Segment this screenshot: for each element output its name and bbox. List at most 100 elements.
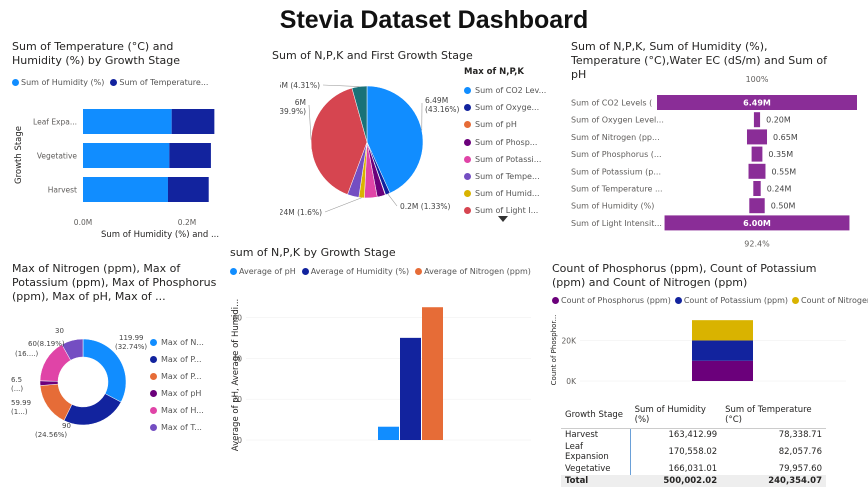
legend-scroll-down-icon[interactable]	[498, 216, 508, 222]
donut-legend: Max of N...Max of P...Max of P...Max of …	[150, 334, 204, 436]
legend-item[interactable]: Max of N...	[150, 334, 204, 351]
category-label: Harvest	[48, 186, 77, 195]
legend-label-ph: Average of pH	[239, 267, 296, 276]
legend-item[interactable]: Sum of Potassi...	[464, 151, 546, 168]
legend-item[interactable]: Max of H...	[150, 402, 204, 419]
legend-dot	[464, 156, 471, 163]
stacked-segment	[692, 340, 753, 360]
data-label: 0.2M (1.33%)	[400, 202, 451, 211]
legend-label: Max of P...	[161, 372, 202, 381]
horizontal-bar-chart[interactable]: Leaf Expa...VegetativeHarvest0.0M0.2MSum…	[5, 95, 220, 245]
legend-label-avg-humidity: Average of Humidity (%)	[311, 267, 409, 276]
growth-stage-table[interactable]: Growth Stage Sum of Humidity (%) Sum of …	[561, 402, 826, 487]
category-label: Vegetative	[37, 152, 78, 161]
funnel-value-label: 0.50M	[771, 202, 796, 211]
bar-segment	[83, 143, 169, 168]
pie-chart-title: Sum of N,P,K and First Growth Stage	[272, 49, 473, 63]
stacked-column-chart[interactable]: 0K20KCount of Phosphor...	[548, 308, 848, 396]
data-label: (32.74%)	[115, 343, 147, 351]
legend-item[interactable]: Sum of Humid...	[464, 185, 546, 202]
legend-dot-humidity	[12, 79, 19, 86]
legend-item[interactable]: Sum of CO2 Lev...	[464, 82, 546, 99]
table-header-row: Growth Stage Sum of Humidity (%) Sum of …	[561, 402, 826, 429]
bar-segment	[83, 177, 168, 202]
data-label: 30	[55, 327, 64, 335]
table-cell: 163,412.99	[631, 429, 721, 442]
data-label: (24.56%)	[35, 431, 67, 439]
donut-chart[interactable]: 119.99(32.74%)90(24.56%)59.99(1...)6.5(.…	[5, 320, 153, 445]
funnel-bottom-label: 92.4%	[744, 240, 770, 249]
legend-label: Max of pH	[161, 389, 201, 398]
funnel-chart[interactable]: 100%Sum of CO2 Levels (6.49MSum of Oxyge…	[565, 70, 865, 255]
funnel-category-label: Sum of Phosphorus (...	[571, 150, 662, 159]
legend-dot	[464, 173, 471, 180]
legend-label: Sum of Tempe...	[475, 172, 540, 181]
table-cell: 170,558.02	[631, 441, 721, 463]
legend-item[interactable]: Max of T...	[150, 419, 204, 436]
leader-line	[323, 85, 359, 87]
data-label: (43.16%)	[425, 105, 460, 114]
y-tick-label: 0K	[566, 377, 577, 386]
funnel-value-label: 6.00M	[743, 219, 771, 228]
data-label: (1...)	[11, 408, 28, 416]
funnel-category-label: Sum of Light Intensit...	[571, 219, 662, 228]
legend-item[interactable]: Max of P...	[150, 351, 204, 368]
legend-dot	[150, 407, 157, 414]
legend-dot-temperature	[110, 79, 117, 86]
table-cell: 240,354.07	[721, 475, 826, 487]
x-tick-label: 0.0M	[74, 218, 92, 227]
legend-item[interactable]: Sum of Oxyge...	[464, 99, 546, 116]
pie-chart[interactable]: 6.49M(43.16%)0.2M (1.33%)0.24M (1.6%)6M(…	[280, 65, 460, 225]
legend-label-count-nitrogen: Count of Nitrogen (pp...	[801, 296, 868, 305]
legend-label-nitrogen: Average of Nitrogen (ppm)	[424, 267, 531, 276]
legend-label: Max of H...	[161, 406, 204, 415]
table-row[interactable]: Harvest 163,412.99 78,338.71	[561, 429, 826, 442]
funnel-category-label: Sum of Oxygen Level...	[571, 116, 664, 125]
legend-dot	[150, 339, 157, 346]
funnel-value-label: 0.55M	[771, 167, 796, 176]
y-axis-title: Count of Phosphor...	[550, 315, 558, 386]
legend-dot	[150, 373, 157, 380]
data-label: 0.24M (1.6%)	[280, 208, 322, 217]
table-row[interactable]: Leaf Expansion 170,558.02 82,057.76	[561, 441, 826, 463]
funnel-category-label: Sum of Temperature ...	[571, 185, 663, 194]
legend-label: Sum of Light I...	[475, 206, 538, 215]
bar-chart-legend: Sum of Humidity (%) Sum of Temperature..…	[12, 78, 208, 87]
table-header[interactable]: Sum of Humidity (%)	[631, 402, 721, 429]
leader-line	[309, 105, 311, 140]
legend-item[interactable]: Sum of pH	[464, 116, 546, 133]
funnel-value-label: 0.65M	[773, 133, 798, 142]
funnel-value-label: 0.20M	[766, 116, 791, 125]
stacked-segment	[692, 320, 753, 340]
data-label: 60(8.19%)	[28, 340, 65, 348]
legend-item[interactable]: Max of P...	[150, 368, 204, 385]
bar-chart-title: Sum of Temperature (°C) and Humidity (%)…	[12, 40, 212, 68]
funnel-bar	[749, 164, 766, 179]
column-chart[interactable]: 0204060Average of pH, Average of Humidi.…	[226, 285, 536, 455]
legend-item[interactable]: Sum of Tempe...	[464, 168, 546, 185]
legend-label-phosphorus: Count of Phosphorus (ppm)	[561, 296, 671, 305]
legend-item[interactable]: Sum of Phosp...	[464, 134, 546, 151]
data-label: 0.65M (4.31%)	[280, 81, 320, 90]
data-label: 59.99	[11, 399, 31, 407]
leader-line	[388, 194, 397, 206]
data-label: (16....)	[15, 350, 39, 358]
stacked-chart-title: Count of Phosphorus (ppm), Count of Pota…	[552, 262, 842, 290]
legend-label-potassium: Count of Potassium (ppm)	[684, 296, 788, 305]
stacked-segment	[692, 361, 753, 381]
table-row[interactable]: Vegetative 166,031.01 79,957.60	[561, 463, 826, 475]
y-axis-title: Average of pH, Average of Humidi...	[231, 299, 241, 451]
legend-item[interactable]: Max of pH	[150, 385, 204, 402]
column-bar	[400, 338, 421, 440]
legend-dot-potassium	[675, 297, 682, 304]
legend-dot	[150, 390, 157, 397]
legend-dot	[464, 207, 471, 214]
donut-chart-title: Max of Nitrogen (ppm), Max of Potassium …	[12, 262, 217, 304]
funnel-value-label: 0.35M	[768, 150, 793, 159]
funnel-category-label: Sum of CO2 Levels (	[571, 99, 652, 108]
table-header[interactable]: Sum of Temperature (°C)	[721, 402, 826, 429]
column-chart-title: sum of N,P,K by Growth Stage	[230, 246, 396, 260]
table-header[interactable]: Growth Stage	[561, 402, 631, 429]
legend-dot	[464, 139, 471, 146]
funnel-bar	[754, 112, 760, 127]
